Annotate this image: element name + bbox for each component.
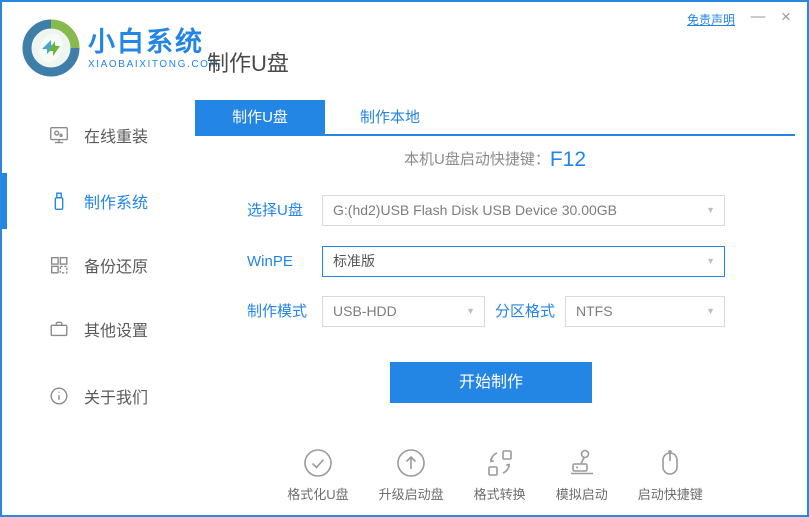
partition-value: NTFS <box>576 303 613 319</box>
start-create-button[interactable]: 开始制作 <box>390 362 592 403</box>
tool-label: 升级启动盘 <box>379 484 444 503</box>
tool-label: 模拟启动 <box>556 484 608 503</box>
format-usb-icon <box>302 447 334 479</box>
app-window: 免责声明 — × 小白系统 XIAOBAIXITONG.COM 制作U盘 <box>0 0 809 517</box>
tools-bar: 格式化U盘 升级启动盘 <box>195 447 795 503</box>
chevron-down-icon: ▼ <box>706 297 715 326</box>
tab-create-usb[interactable]: 制作U盘 <box>195 100 325 136</box>
chevron-down-icon: ▼ <box>706 196 715 225</box>
winpe-label: WinPE <box>247 246 293 277</box>
main-content: 制作U盘 制作本地 本机U盘启动快捷键：F12 选择U盘 G:(hd2)USB … <box>195 100 795 136</box>
chevron-down-icon: ▼ <box>466 297 475 326</box>
tool-boot-hotkey[interactable]: 启动快捷键 <box>638 447 703 503</box>
mode-dropdown[interactable]: USB-HDD ▼ <box>322 296 485 327</box>
close-button[interactable]: × <box>775 6 797 28</box>
hotkey-label: 本机U盘启动快捷键： <box>404 151 550 168</box>
winpe-value: 标准版 <box>333 253 375 269</box>
sidebar-item-create-system[interactable]: 制作系统 <box>2 173 195 229</box>
sidebar-item-about-us[interactable]: 关于我们 <box>2 368 195 424</box>
tool-label: 格式化U盘 <box>287 484 348 503</box>
info-icon <box>48 385 70 407</box>
simulate-boot-icon <box>566 447 598 479</box>
upgrade-boot-icon <box>395 447 427 479</box>
tool-upgrade-boot[interactable]: 升级启动盘 <box>379 447 444 503</box>
winpe-dropdown[interactable]: 标准版 ▼ <box>322 246 725 277</box>
monitor-icon <box>48 124 70 146</box>
tool-label: 格式转换 <box>474 484 526 503</box>
boot-hotkey-hint: 本机U盘启动快捷键：F12 <box>195 148 795 172</box>
sidebar-item-label: 在线重装 <box>84 123 148 147</box>
usb-select-label: 选择U盘 <box>247 195 303 226</box>
boot-hotkey-icon <box>654 447 686 479</box>
sidebar-item-online-reinstall[interactable]: 在线重装 <box>2 107 195 163</box>
tool-label: 启动快捷键 <box>638 484 703 503</box>
page-title: 制作U盘 <box>207 46 289 78</box>
sidebar-item-other-settings[interactable]: 其他设置 <box>2 301 195 357</box>
hotkey-value: F12 <box>550 148 586 171</box>
usb-select-value: G:(hd2)USB Flash Disk USB Device 30.00GB <box>333 202 617 218</box>
sidebar-item-label: 其他设置 <box>84 317 148 341</box>
active-indicator-bar <box>2 173 7 229</box>
mode-value: USB-HDD <box>333 303 397 319</box>
mode-label: 制作模式 <box>247 296 307 327</box>
sidebar-item-label: 备份还原 <box>84 253 148 277</box>
tool-format-convert[interactable]: 格式转换 <box>474 447 526 503</box>
partition-dropdown[interactable]: NTFS ▼ <box>565 296 725 327</box>
sidebar-item-label: 制作系统 <box>84 189 148 213</box>
format-convert-icon <box>484 447 516 479</box>
sidebar: 在线重装 制作系统 备份还原 <box>2 2 195 515</box>
briefcase-icon <box>48 318 70 340</box>
tool-format-usb[interactable]: 格式化U盘 <box>287 447 348 503</box>
disclaimer-link[interactable]: 免责声明 <box>687 11 735 28</box>
tab-bar: 制作U盘 制作本地 <box>195 100 795 136</box>
minimize-button[interactable]: — <box>747 6 769 28</box>
tool-simulate-boot[interactable]: 模拟启动 <box>556 447 608 503</box>
partition-label: 分区格式 <box>495 296 555 327</box>
usb-select-dropdown[interactable]: G:(hd2)USB Flash Disk USB Device 30.00GB… <box>322 195 725 226</box>
sidebar-item-backup-restore[interactable]: 备份还原 <box>2 237 195 293</box>
sidebar-item-label: 关于我们 <box>84 384 148 408</box>
chevron-down-icon: ▼ <box>706 247 715 276</box>
usb-drive-icon <box>48 190 70 212</box>
tab-create-local[interactable]: 制作本地 <box>325 100 455 136</box>
backup-grid-icon <box>48 254 70 276</box>
